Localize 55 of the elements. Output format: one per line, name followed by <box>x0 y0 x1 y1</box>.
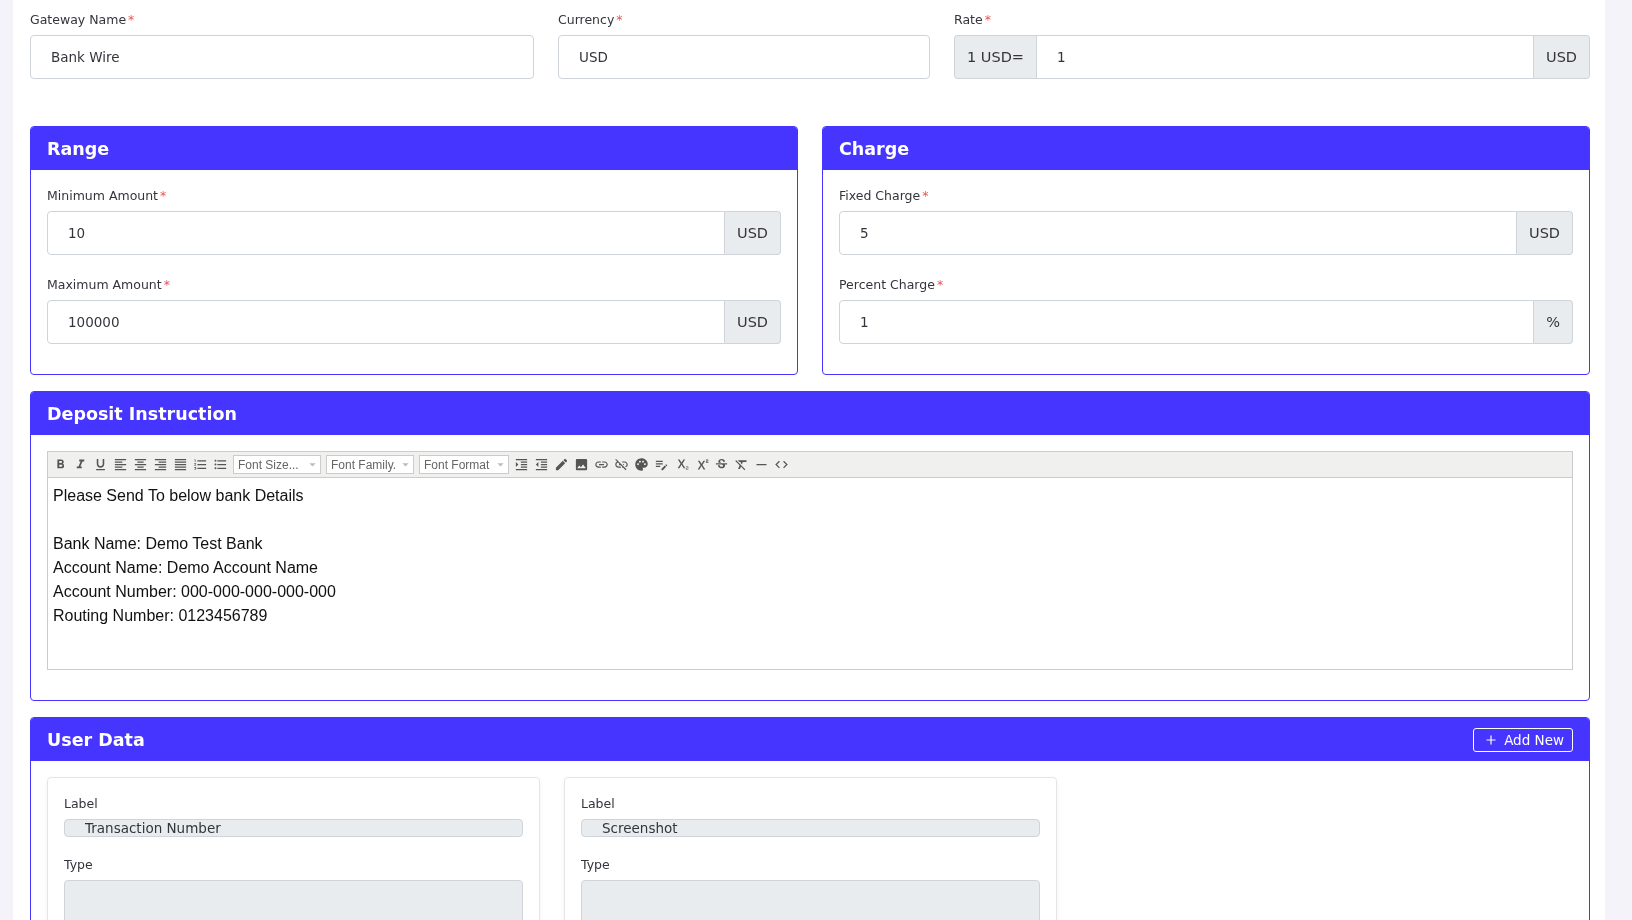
field-label: Type <box>581 857 611 873</box>
input-suffix: USD <box>725 211 781 255</box>
align-justify-icon[interactable] <box>173 457 188 472</box>
text-input[interactable]: 1 <box>1035 35 1534 79</box>
field-label: Label <box>581 796 616 812</box>
align-right-icon[interactable] <box>153 457 168 472</box>
field-label: Currency * <box>558 12 624 28</box>
field-label: Type <box>64 857 94 873</box>
outdent-icon[interactable] <box>534 457 549 472</box>
add-new-button[interactable]: Add New <box>1473 727 1573 752</box>
text-input[interactable]: 1 <box>839 300 1535 344</box>
image-icon[interactable] <box>574 457 589 472</box>
unlink-icon[interactable] <box>614 457 629 472</box>
pencil-icon[interactable] <box>554 457 569 472</box>
text-input[interactable]: 5 <box>839 211 1517 255</box>
align-center-icon[interactable] <box>133 457 148 472</box>
field-label: Minimum Amount * <box>47 188 168 204</box>
text-input[interactable]: 10 <box>47 211 725 255</box>
align-left-icon[interactable] <box>113 457 128 472</box>
font-select[interactable]: Font Size... <box>233 455 321 474</box>
numbered-list-icon[interactable] <box>193 457 208 472</box>
editor-text-line: Please Send To below bank Details <box>53 486 305 506</box>
palette-icon[interactable] <box>634 457 649 472</box>
editor-text-line: Account Name: Demo Account Name <box>53 558 319 578</box>
text-input[interactable]: 100000 <box>47 300 725 344</box>
input-suffix: USD <box>725 300 781 344</box>
text-input[interactable]: USD <box>558 35 930 79</box>
field-label: Maximum Amount * <box>47 277 171 293</box>
field-label: Rate * <box>954 12 992 28</box>
editor-text-line: Bank Name: Demo Test Bank <box>53 534 264 554</box>
editor-text-line: Routing Number: 0123456789 <box>53 606 269 626</box>
indent-icon[interactable] <box>514 457 529 472</box>
clear-format-icon[interactable] <box>734 457 749 472</box>
field-label: Gateway Name * <box>30 12 136 28</box>
card-title: Deposit Instruction <box>47 403 237 424</box>
plus-icon <box>1484 732 1499 747</box>
input-suffix: USD <box>1517 211 1573 255</box>
field-label: Percent Charge * <box>839 277 945 293</box>
rich-text-editor[interactable]: Font Size... Font Family. Font Format Please Send To below bank Details Bank Name: Demo Test Bank Account Name: Demo Account Name Account Number: 000-000-000-000-000 Routing Number: 0123456789 <box>47 451 1573 670</box>
card-title: Charge <box>839 138 910 159</box>
bullet-list-icon[interactable] <box>213 457 228 472</box>
font-select[interactable]: Font Family. <box>326 455 414 474</box>
underline-icon[interactable] <box>93 457 108 472</box>
card-title: Range <box>47 138 110 159</box>
input-suffix: % <box>1534 300 1573 344</box>
text-input[interactable]: Screenshot <box>581 819 1040 837</box>
font-select[interactable]: Font Format <box>419 455 509 474</box>
field-label: Label <box>64 796 99 812</box>
input-prefix: 1 USD= <box>954 35 1036 79</box>
text-input[interactable]: Transaction Number <box>64 819 523 837</box>
text-input[interactable]: Bank Wire <box>30 35 534 79</box>
field-label: Fixed Charge * <box>839 188 930 204</box>
card-title: User Data <box>47 729 145 750</box>
editor-text-line: Account Number: 000-000-000-000-000 <box>53 582 337 602</box>
input-suffix: USD <box>1534 35 1590 79</box>
